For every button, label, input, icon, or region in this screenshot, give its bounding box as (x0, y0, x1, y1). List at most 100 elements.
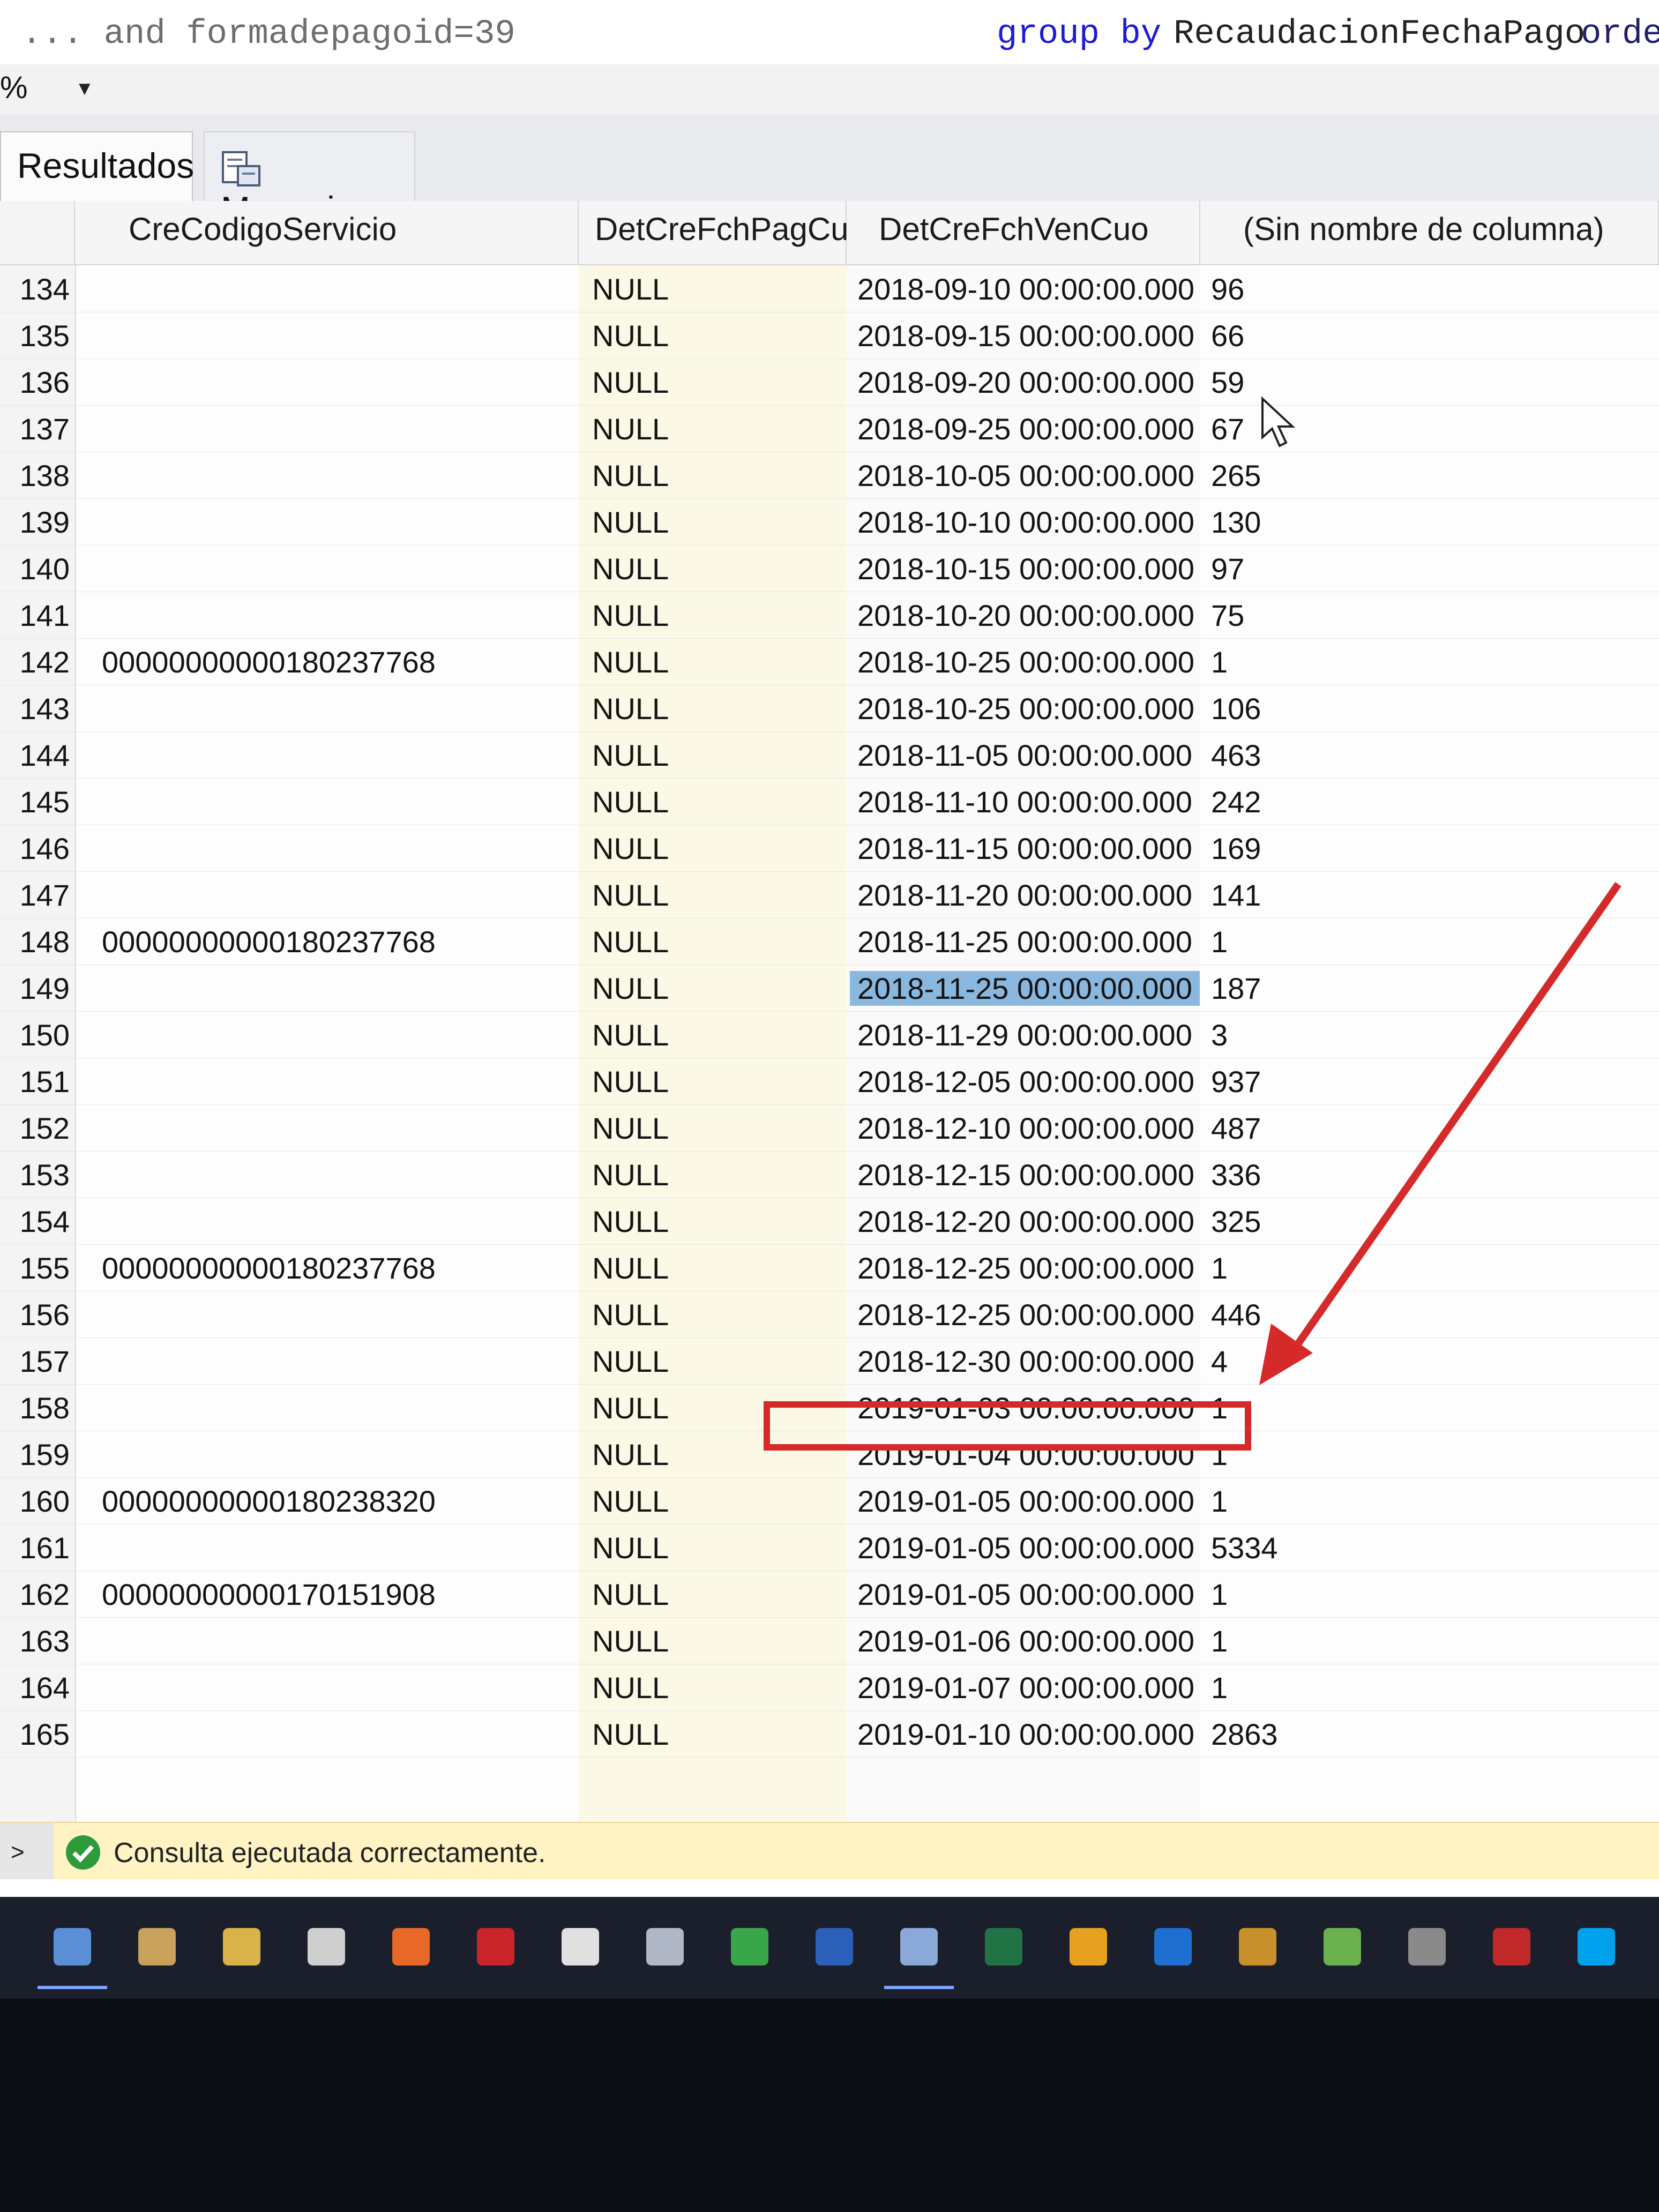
row-number[interactable]: 143 (0, 691, 70, 726)
row-number[interactable]: 153 (0, 1157, 70, 1192)
table-row[interactable]: 164 NULL 2019-01-07 00:00:00.000 1 (0, 1664, 1659, 1711)
cell-detcrefchpagcuo[interactable]: NULL (592, 598, 669, 633)
cell-detcrefchvencuo[interactable]: 2018-10-25 00:00:00.000 (857, 691, 1194, 726)
firefox-icon[interactable] (387, 1923, 435, 1971)
cell-detcrefchvencuo[interactable]: 2018-11-29 00:00:00.000 (857, 1018, 1192, 1052)
row-number[interactable]: 144 (0, 738, 70, 773)
skype-icon[interactable] (1572, 1923, 1620, 1971)
cell-count[interactable]: 187 (1211, 971, 1261, 1006)
cell-detcrefchvencuo[interactable]: 2018-10-10 00:00:00.000 (857, 505, 1194, 540)
cell-detcrefchvencuo[interactable]: 2018-12-10 00:00:00.000 (857, 1111, 1194, 1146)
cell-count[interactable]: 169 (1211, 831, 1261, 866)
row-number[interactable]: 146 (0, 831, 70, 866)
cell-detcrefchpagcuo[interactable]: NULL (592, 691, 669, 726)
word-icon[interactable] (810, 1923, 858, 1971)
cell-count[interactable]: 1 (1211, 645, 1228, 679)
table-row[interactable]: 147 NULL 2018-11-20 00:00:00.000 141 (0, 871, 1659, 918)
header-corner[interactable] (0, 201, 75, 265)
cell-detcrefchvencuo[interactable]: 2018-11-25 00:00:00.000 (857, 924, 1192, 959)
cell-count[interactable]: 487 (1211, 1111, 1261, 1146)
row-number[interactable]: 157 (0, 1344, 70, 1379)
table-row[interactable]: 149 NULL 2018-11-25 00:00:00.000 187 (0, 965, 1659, 1012)
cell-detcrefchvencuo[interactable]: 2018-09-20 00:00:00.000 (857, 365, 1194, 400)
table-row[interactable]: 153 NULL 2018-12-15 00:00:00.000 336 (0, 1151, 1659, 1198)
cell-detcrefchpagcuo[interactable]: NULL (592, 1717, 669, 1752)
gx-icon[interactable] (1403, 1923, 1451, 1971)
table-row[interactable]: 160 00000000000180238320 NULL 2019-01-05 00… (0, 1477, 1659, 1525)
cell-count[interactable]: 1 (1211, 924, 1228, 959)
cell-count[interactable]: 446 (1211, 1297, 1261, 1332)
table-row[interactable]: 150 NULL 2018-11-29 00:00:00.000 3 (0, 1011, 1659, 1058)
s-icon[interactable] (726, 1923, 774, 1971)
cell-detcrefchvencuo[interactable]: 2018-11-15 00:00:00.000 (857, 831, 1192, 866)
table-row[interactable]: 156 NULL 2018-12-25 00:00:00.000 446 (0, 1291, 1659, 1338)
cell-detcrefchpagcuo[interactable]: NULL (592, 318, 669, 353)
cell-detcrefchvencuo[interactable]: 2019-01-05 00:00:00.000 (857, 1484, 1194, 1519)
cell-crecodigoservicio[interactable]: 00000000000170151908 (102, 1577, 436, 1612)
chevron-down-icon[interactable]: ▼ (75, 77, 94, 100)
cell-count[interactable]: 96 (1211, 272, 1244, 307)
cell-detcrefchvencuo[interactable]: 2019-01-05 00:00:00.000 (857, 1577, 1194, 1612)
cell-detcrefchvencuo[interactable]: 2018-10-15 00:00:00.000 (857, 551, 1194, 586)
cell-detcrefchvencuo[interactable]: 2018-10-20 00:00:00.000 (857, 598, 1194, 633)
cell-detcrefchvencuo[interactable]: 2018-10-05 00:00:00.000 (857, 458, 1194, 493)
table-row[interactable]: 135 NULL 2018-09-15 00:00:00.000 66 (0, 312, 1659, 359)
row-number[interactable]: 138 (0, 458, 70, 493)
row-number[interactable]: 150 (0, 1018, 70, 1052)
cell-detcrefchpagcuo[interactable]: NULL (592, 1670, 669, 1705)
sql-server-icon[interactable] (895, 1923, 943, 1971)
table-row[interactable]: 151 NULL 2018-12-05 00:00:00.000 937 (0, 1058, 1659, 1105)
row-number[interactable]: 139 (0, 505, 70, 540)
table-row[interactable]: 144 NULL 2018-11-05 00:00:00.000 463 (0, 731, 1659, 779)
cell-count[interactable]: 141 (1211, 878, 1261, 913)
outlook-icon[interactable] (1149, 1923, 1197, 1971)
cell-detcrefchpagcuo[interactable]: NULL (592, 458, 669, 493)
cell-detcrefchpagcuo[interactable]: NULL (592, 645, 669, 679)
cell-detcrefchvencuo[interactable]: 2019-01-10 00:00:00.000 (857, 1717, 1194, 1752)
cell-count[interactable]: 1 (1211, 1670, 1228, 1705)
row-number[interactable]: 156 (0, 1297, 70, 1332)
cell-detcrefchpagcuo[interactable]: NULL (592, 272, 669, 307)
table-row[interactable]: 143 NULL 2018-10-25 00:00:00.000 106 (0, 685, 1659, 732)
cell-detcrefchpagcuo[interactable]: NULL (592, 365, 669, 400)
cell-count[interactable]: 242 (1211, 784, 1261, 819)
cell-detcrefchpagcuo[interactable]: NULL (592, 1157, 669, 1192)
cell-detcrefchpagcuo[interactable]: NULL (592, 1064, 669, 1099)
row-number[interactable]: 164 (0, 1670, 70, 1705)
cell-count[interactable]: 265 (1211, 458, 1261, 493)
row-number[interactable]: 165 (0, 1717, 70, 1752)
cell-detcrefchvencuo[interactable]: 2018-10-25 00:00:00.000 (857, 645, 1194, 679)
table-row[interactable]: 152 NULL 2018-12-10 00:00:00.000 487 (0, 1104, 1659, 1152)
acrobat-icon[interactable] (472, 1923, 520, 1971)
cell-detcrefchpagcuo[interactable]: NULL (592, 551, 669, 586)
cell-detcrefchpagcuo[interactable]: NULL (592, 1391, 669, 1425)
cell-detcrefchvencuo[interactable]: 2019-01-06 00:00:00.000 (857, 1624, 1194, 1658)
cell-count[interactable]: 75 (1211, 598, 1244, 633)
row-number[interactable]: 145 (0, 784, 70, 819)
cell-crecodigoservicio[interactable]: 00000000000180238320 (102, 1484, 436, 1519)
cell-detcrefchpagcuo[interactable]: NULL (592, 1297, 669, 1332)
cell-count[interactable]: 1 (1211, 1624, 1228, 1658)
table-row[interactable]: 162 00000000000170151908 NULL 2019-01-05 00… (0, 1571, 1659, 1618)
cell-detcrefchpagcuo[interactable]: NULL (592, 1530, 669, 1565)
row-number[interactable]: 161 (0, 1530, 70, 1565)
header-detcrefchvencuo[interactable]: DetCreFchVenCuo (847, 201, 1200, 265)
query-editor-line[interactable]: ... and formadepagoid=39 group by Recaud… (0, 0, 1659, 65)
row-number[interactable]: 135 (0, 318, 70, 353)
tab-mensajes[interactable]: Mensajes (204, 131, 415, 229)
database-icon[interactable] (1234, 1923, 1282, 1971)
cell-detcrefchpagcuo[interactable]: NULL (592, 971, 669, 1006)
cell-detcrefchpagcuo[interactable]: NULL (592, 924, 669, 959)
box-icon[interactable] (302, 1923, 350, 1971)
cell-detcrefchpagcuo[interactable]: NULL (592, 1484, 669, 1519)
row-number[interactable]: 159 (0, 1437, 70, 1472)
table-row[interactable]: 157 NULL 2018-12-30 00:00:00.000 4 (0, 1337, 1659, 1385)
cell-detcrefchpagcuo[interactable]: NULL (592, 878, 669, 913)
cell-count[interactable]: 97 (1211, 551, 1244, 586)
row-number[interactable]: 162 (0, 1577, 70, 1612)
row-number[interactable]: 152 (0, 1111, 70, 1146)
row-number[interactable]: 154 (0, 1204, 70, 1239)
header-sin-nombre[interactable]: (Sin nombre de columna) (1200, 201, 1659, 265)
cell-detcrefchvencuo[interactable]: 2018-12-05 00:00:00.000 (857, 1064, 1194, 1099)
table-row[interactable]: 140 NULL 2018-10-15 00:00:00.000 97 (0, 545, 1659, 592)
